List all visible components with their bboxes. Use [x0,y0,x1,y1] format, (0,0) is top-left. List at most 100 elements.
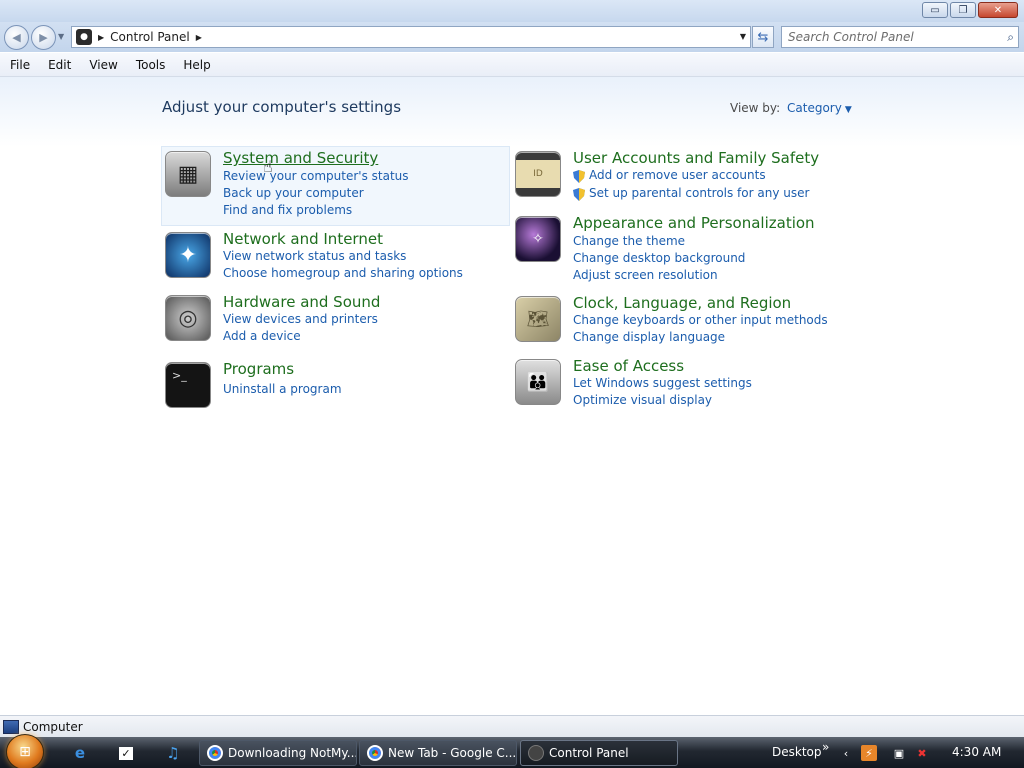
world-map-icon: 🗺 [515,296,561,342]
refresh-button[interactable]: ⇆ [752,26,774,48]
page-title: Adjust your computer's settings [162,98,402,116]
category-title-programs[interactable]: Programs [223,360,294,378]
breadcrumb-separator-icon[interactable]: ▶ [98,33,104,42]
category-title-system-security[interactable]: System and Security [223,149,378,167]
link-display-language[interactable]: Change display language [573,330,725,344]
link-find-fix[interactable]: Find and fix problems [223,203,352,217]
chrome-icon [367,745,383,761]
menu-file[interactable]: File [0,58,38,72]
control-panel-icon [528,745,544,761]
breadcrumb-chevron-icon[interactable]: ▶ [196,33,202,42]
hand-cursor-icon: ☝ [263,157,273,176]
recent-pages-dropdown[interactable]: ▼ [58,32,64,41]
show-desktop-icon[interactable]: ✓ [116,743,136,763]
main-content: Adjust your computer's settings View by:… [0,77,1024,715]
task-label: Downloading NotMy... [228,746,357,760]
search-icon[interactable]: ⌕ [1007,30,1014,45]
category-title-clock-language[interactable]: Clock, Language, and Region [573,294,791,312]
globe-compass-icon: ✦ [165,232,211,278]
link-optimize-display[interactable]: Optimize visual display [573,393,712,407]
people-icon: 👪 [515,359,561,405]
task-label: Control Panel [549,746,629,760]
link-back-up[interactable]: Back up your computer [223,186,364,200]
category-programs[interactable]: >_ Programs Uninstall a program [162,358,510,408]
forward-button[interactable]: ▶ [31,25,56,50]
uac-shield-icon [573,170,585,183]
close-button[interactable]: ✕ [978,2,1018,18]
music-player-icon[interactable]: ♫ [163,743,183,763]
link-devices-printers[interactable]: View devices and printers [223,312,378,326]
start-button[interactable]: ⊞ [6,734,44,768]
clock[interactable]: 4:30 AM [952,745,1001,759]
task-downloading[interactable]: Downloading NotMy... [199,740,357,766]
link-add-device[interactable]: Add a device [223,329,301,343]
category-title-user-accounts[interactable]: User Accounts and Family Safety [573,149,819,167]
uac-shield-icon [573,188,585,201]
category-user-accounts[interactable]: ID User Accounts and Family Safety Add o… [512,147,852,207]
internet-explorer-icon[interactable]: e [70,743,90,763]
network-icon[interactable]: ▣ [891,745,907,761]
link-review-status[interactable]: Review your computer's status [223,169,409,183]
link-network-status[interactable]: View network status and tasks [223,249,406,263]
forward-arrow-icon: ▶ [39,31,48,44]
link-screen-resolution[interactable]: Adjust screen resolution [573,268,718,282]
category-appearance[interactable]: ✧ Appearance and Personalization Change … [512,212,852,282]
task-control-panel[interactable]: Control Panel [520,740,678,766]
view-by-value[interactable]: Category [787,101,842,115]
link-parental-controls[interactable]: Set up parental controls for any user [589,186,809,200]
view-by-dropdown[interactable]: Category ▼ [787,101,852,115]
window-controls: ▭ ❐ ✕ [920,2,1018,18]
menu-tools[interactable]: Tools [126,58,174,72]
category-title-ease-of-access[interactable]: Ease of Access [573,357,684,375]
category-title-network-internet[interactable]: Network and Internet [223,230,383,248]
menu-view[interactable]: View [79,58,125,72]
control-panel-icon: ● [76,29,92,45]
link-add-remove-users[interactable]: Add or remove user accounts [589,168,766,182]
taskbar: ⊞ e ✓ ♫ Downloading NotMy... New Tab - G… [0,734,1024,768]
task-label: New Tab - Google C... [388,746,517,760]
link-keyboards[interactable]: Change keyboards or other input methods [573,313,828,327]
navigation-bar: ◀ ▶ ▼ ● ▶ Control Panel ▶ ▼ ⇆ ⌕ [0,22,1024,52]
category-system-security[interactable]: ▦ System and Security Review your comput… [161,146,510,226]
link-homegroup[interactable]: Choose homegroup and sharing options [223,266,463,280]
category-network-internet[interactable]: ✦ Network and Internet View network stat… [162,228,510,288]
windows-logo-icon: ⊞ [19,744,31,760]
vault-icon: ▦ [165,151,211,197]
link-desktop-background[interactable]: Change desktop background [573,251,745,265]
search-input[interactable] [788,28,998,46]
menu-help[interactable]: Help [173,58,218,72]
title-bar: ▭ ❐ ✕ [0,0,1024,22]
toolbar-more-icon[interactable]: » [822,740,829,754]
chrome-icon [207,745,223,761]
menu-bar: File Edit View Tools Help [0,53,1024,77]
dvd-speaker-icon: ◎ [165,295,211,341]
app-tray-icon[interactable]: ⚡ [861,745,877,761]
address-history-dropdown-icon[interactable]: ▼ [740,32,746,41]
task-new-tab[interactable]: New Tab - Google C... [359,740,517,766]
link-uninstall[interactable]: Uninstall a program [223,382,342,396]
category-title-hardware-sound[interactable]: Hardware and Sound [223,293,380,311]
status-text: Computer [23,719,83,734]
category-clock-language[interactable]: 🗺 Clock, Language, and Region Change key… [512,292,852,352]
volume-muted-icon[interactable]: ✖ [914,745,930,761]
maximize-button[interactable]: ❐ [950,2,976,18]
terminal-icon: >_ [165,362,211,408]
search-box: ⌕ [781,26,1019,48]
category-title-appearance[interactable]: Appearance and Personalization [573,214,815,232]
refresh-icon: ⇆ [757,29,769,45]
link-windows-suggest[interactable]: Let Windows suggest settings [573,376,752,390]
category-hardware-sound[interactable]: ◎ Hardware and Sound View devices and pr… [162,291,510,351]
tray-expand-icon[interactable]: ‹ [838,745,854,761]
menu-edit[interactable]: Edit [38,58,79,72]
breadcrumb-control-panel[interactable]: Control Panel [110,30,190,44]
link-change-theme[interactable]: Change the theme [573,234,685,248]
back-arrow-icon: ◀ [12,31,21,44]
desktop-toolbar-label[interactable]: Desktop [772,745,822,759]
chevron-down-icon: ▼ [844,105,852,115]
view-by-label: View by: [730,101,781,115]
category-ease-of-access[interactable]: 👪 Ease of Access Let Windows suggest set… [512,355,852,415]
minimize-button[interactable]: ▭ [922,2,948,18]
address-bar[interactable]: ● ▶ Control Panel ▶ ▼ [71,26,751,48]
back-button[interactable]: ◀ [4,25,29,50]
status-bar: Computer [0,715,1024,737]
